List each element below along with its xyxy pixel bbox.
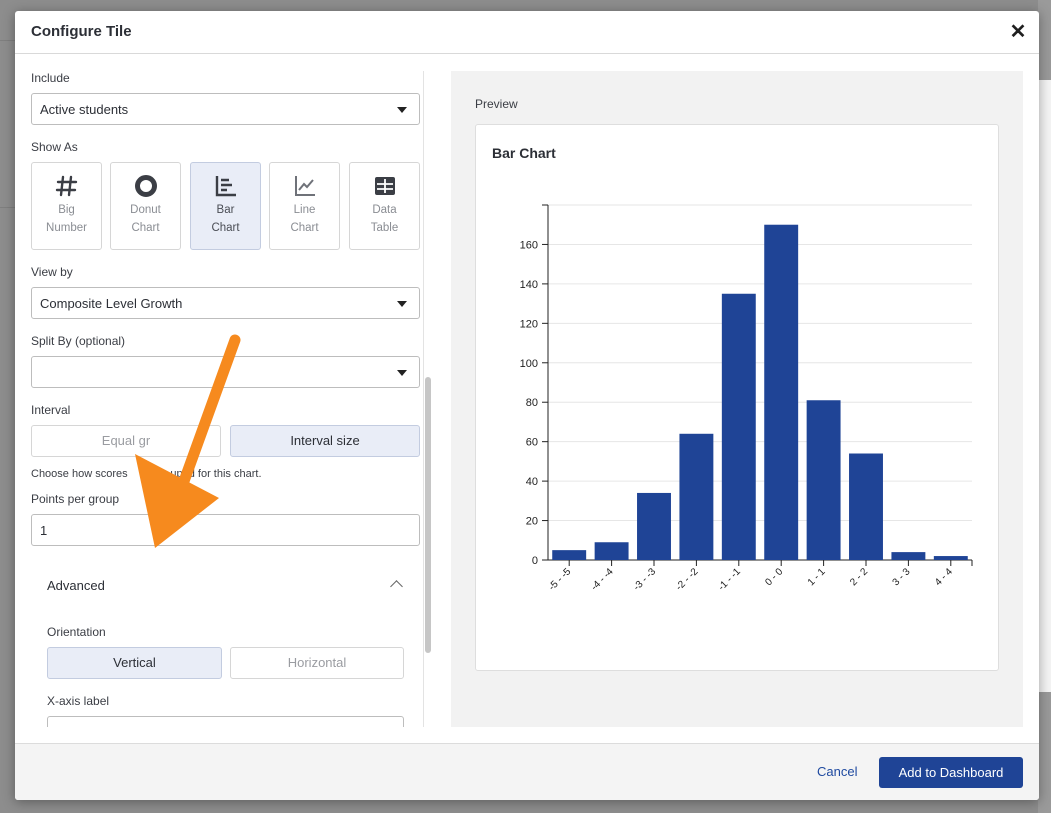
form-scrollbar-thumb[interactable]	[425, 377, 431, 653]
orientation-vertical-button[interactable]: Vertical	[47, 647, 222, 679]
bar	[806, 400, 841, 560]
bar	[891, 552, 926, 560]
bar-chart: 0 20 40 60 80 100 120 140 160 -5 - -5 -4 - -4 -3 - …	[520, 204, 973, 593]
split-by-select[interactable]	[31, 356, 420, 388]
orientation-horizontal-button[interactable]: Horizontal	[230, 647, 404, 679]
y-tick-label: 40	[526, 476, 538, 488]
view-by-label: View by	[31, 265, 73, 279]
chevron-up-icon[interactable]	[390, 580, 403, 593]
include-label: Include	[31, 71, 70, 85]
interval-size-button[interactable]: Interval size	[230, 425, 420, 457]
include-select-value: Active students	[40, 102, 129, 117]
x-tick-label: 4 - 4	[933, 566, 955, 588]
bar	[552, 550, 587, 560]
show-as-option-label: Chart	[131, 222, 160, 234]
bar	[849, 453, 883, 560]
x-axis-label-input[interactable]	[47, 716, 404, 727]
show-as-bar-chart[interactable]: Bar Chart	[190, 162, 261, 250]
view-by-select-value: Composite Level Growth	[40, 296, 183, 311]
chart-title: Bar Chart	[492, 145, 556, 161]
x-tick-label: 3 - 3	[891, 566, 913, 588]
x-tick-label: -3 - -3	[631, 566, 658, 593]
chart-card: Bar Chart 0 20 40 60 80 100 120 140 160 -5 - -5 -4…	[475, 124, 999, 671]
bar-chart-icon	[215, 176, 236, 197]
y-tick-label: 140	[520, 279, 538, 291]
show-as-option-label: Donut	[130, 204, 161, 216]
x-tick-label: -1 - -1	[716, 566, 743, 593]
table-icon	[374, 177, 395, 195]
interval-label: Interval	[31, 403, 71, 417]
y-tick-label: 100	[520, 358, 538, 370]
config-form: Include Active students Show As Big Numb…	[15, 54, 435, 727]
modal-title: Configure Tile	[31, 23, 132, 40]
donut-icon	[134, 175, 157, 197]
y-tick-label: 20	[526, 516, 538, 528]
line-chart-icon	[294, 176, 315, 196]
background-right-panel	[1038, 80, 1051, 692]
chevron-down-icon	[397, 370, 407, 376]
show-as-option-label: Big	[58, 204, 75, 216]
show-as-option-label: Number	[46, 222, 87, 234]
view-by-select[interactable]: Composite Level Growth	[31, 287, 420, 319]
y-tick-label: 80	[526, 397, 538, 409]
chevron-down-icon	[397, 107, 407, 113]
advanced-section-title[interactable]: Advanced	[47, 578, 105, 593]
points-per-group-input[interactable]: 1	[31, 514, 420, 546]
split-by-label: Split By (optional)	[31, 334, 126, 348]
preview-pane: Preview Bar Chart 0 20 40 60 80 100 120 140 160 -…	[451, 71, 1023, 727]
modal-header: Configure Tile ✕	[15, 11, 1039, 54]
show-as-line-chart[interactable]: Line Chart	[269, 162, 340, 250]
hash-icon	[55, 175, 77, 197]
x-tick-label: -2 - -2	[674, 566, 701, 593]
x-tick-label: 1 - 1	[806, 566, 828, 588]
show-as-option-label: Line	[293, 204, 316, 216]
show-as-option-label: Table	[370, 222, 399, 234]
show-as-option-label: Data	[372, 204, 397, 216]
show-as-label: Show As	[31, 140, 78, 154]
bar	[933, 556, 968, 560]
x-tick-label: 0 - 0	[763, 566, 785, 588]
close-icon[interactable]: ✕	[1007, 21, 1029, 43]
interval-hint: Choose how scores uped for this chart.	[31, 468, 262, 480]
interval-equal-groups-button[interactable]: Equal gr	[31, 425, 221, 457]
x-tick-label: -4 - -4	[589, 566, 616, 593]
chevron-down-icon	[397, 301, 407, 307]
show-as-donut-chart[interactable]: Donut Chart	[110, 162, 181, 250]
modal-body: Include Active students Show As Big Numb…	[15, 54, 1039, 743]
y-tick-label: 160	[520, 239, 538, 251]
include-select[interactable]: Active students	[31, 93, 420, 125]
x-tick-label: -5 - -5	[547, 566, 574, 593]
bar	[679, 433, 714, 560]
y-tick-label: 0	[532, 555, 538, 567]
bar	[637, 492, 671, 560]
y-tick-label: 120	[520, 318, 538, 330]
add-to-dashboard-button[interactable]: Add to Dashboard	[879, 757, 1023, 788]
x-tick-label: 2 - 2	[848, 566, 870, 588]
y-tick-label: 60	[526, 437, 538, 449]
show-as-big-number[interactable]: Big Number	[31, 162, 102, 250]
bar	[721, 293, 756, 560]
preview-label: Preview	[475, 97, 518, 111]
orientation-label: Orientation	[47, 625, 106, 639]
configure-tile-modal: Configure Tile ✕ Include Active students…	[15, 11, 1039, 800]
bar	[764, 224, 799, 560]
show-as-option-label: Chart	[211, 222, 240, 234]
points-per-group-label: Points per group	[31, 492, 120, 506]
show-as-option-label: Chart	[290, 222, 319, 234]
cancel-button[interactable]: Cancel	[817, 764, 857, 779]
bar	[594, 542, 629, 560]
x-axis-label-label: X-axis label	[47, 694, 110, 708]
show-as-option-label: Bar	[216, 204, 235, 216]
show-as-data-table[interactable]: Data Table	[349, 162, 420, 250]
modal-footer: Cancel Add to Dashboard	[15, 743, 1039, 800]
